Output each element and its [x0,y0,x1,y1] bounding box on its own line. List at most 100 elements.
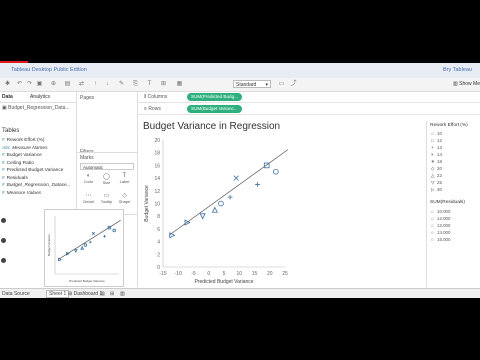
size-legend-item[interactable]: ○ 15.000 [431,237,450,242]
size-legend-item[interactable]: ○ 12.000 [431,216,450,221]
shape-mark-button[interactable]: ◇ Shape [116,192,133,209]
sort-asc-icon[interactable]: ↑ [92,81,99,88]
tab-dashboard-1[interactable]: ⊞ Dashboard 1 [68,291,102,297]
shape-legend-item[interactable]: ◇ 20 [431,166,442,172]
swap-icon[interactable]: ⇄ [78,81,85,88]
fit-select[interactable]: Standard ▾ [233,80,271,88]
tooltip-mark-button[interactable]: ▭ Tooltip [98,192,115,209]
save-icon[interactable]: ▣ [36,81,43,88]
field-type-icon: # [2,160,5,166]
label-mark-button[interactable]: T Label [116,173,133,190]
data-point [88,240,92,244]
field-label: Ceiling Ratio [6,160,34,166]
show-me-button[interactable]: ▥ Show Me [453,81,480,87]
new-sheet-tab-icon[interactable]: ▤ [100,291,105,297]
size-legend-label: 12.000 [437,223,451,228]
tab-sheet-1[interactable]: Sheet 1 [46,290,70,298]
share-icon[interactable]: ⤴ [290,81,297,88]
tableau-logo-icon[interactable]: ✱ [4,81,11,88]
new-datasource-icon[interactable]: ⊕ [50,81,57,88]
mark-button-label: Label [119,179,130,184]
field-list: # Rework Effort (%) Abc Measure Names # Budge… [2,137,74,197]
tab-data[interactable]: Data [2,94,13,100]
data-point [73,249,78,253]
data-point [112,228,116,233]
shape-legend-item[interactable]: × 14 [431,152,442,157]
chevron-down-icon: ▾ [265,82,268,88]
presentation-icon[interactable]: ▭ [278,81,285,88]
field-item[interactable]: # Rework Effort (%) [2,137,74,145]
labels-icon[interactable]: T [146,81,153,88]
size-mark-button[interactable]: ◯ Size [98,173,115,190]
field-item[interactable]: Abc Measure Names [2,145,74,153]
shape-legend-item[interactable]: ▷ 30 [431,187,442,193]
show-cards-icon[interactable]: ▦ [176,81,183,88]
size-legend-label: 15.000 [437,237,451,242]
tab-data-source[interactable]: Data Source [2,291,30,297]
field-item[interactable]: # Budget_Regression_Datase... [2,182,74,190]
field-item[interactable]: # Predicted Budget Variance [2,167,74,175]
trend-line [168,149,289,236]
group-icon[interactable]: ⎘ [132,81,139,88]
pages-card-title: Pages [80,95,95,101]
shape-legend-item[interactable]: □ 12 [431,138,442,143]
rows-shelf[interactable]: ≡ Rows SUM(Budget Varianc... [138,104,480,115]
user-name[interactable]: Bry Tableau [443,67,472,73]
size-legend-label: 12.000 [437,216,451,221]
trend-line [58,220,121,260]
shape-legend-item[interactable]: ✳ 18 [431,159,442,165]
field-label: Measure Values [6,190,42,196]
undo-icon[interactable]: ↶ [16,81,23,88]
rows-pill[interactable]: SUM(Budget Varianc... [187,105,242,113]
y-tick-label: 18 [154,151,160,157]
field-type-icon: # [2,183,5,188]
new-dashboard-tab-icon[interactable]: ⊞ [110,291,114,297]
tab-analytics[interactable]: Analytics [30,94,50,100]
redo-icon[interactable]: ↷ [26,81,33,88]
field-item[interactable]: # Budget Variance [2,152,74,160]
detail-icon: ⋯ [85,193,92,199]
shape-legend-label: 18 [437,159,442,164]
shape-icon: ◇ [122,193,127,199]
highlight-icon[interactable]: ✎ [118,81,125,88]
field-item[interactable]: # Residuals [2,175,74,183]
new-sheet-icon[interactable]: ▤ [64,81,71,88]
fix-axes-icon[interactable]: ⊞ [160,81,167,88]
field-item[interactable]: # Ceiling Ratio [2,160,74,168]
data-point [83,243,88,247]
new-story-tab-icon[interactable]: ▥ [120,291,125,297]
columns-pill[interactable]: SUM(Predicted Budg... [187,93,242,101]
data-point [255,182,260,187]
detail-mark-button[interactable]: ⋯ Detail [80,192,97,209]
y-tick-label: 16 [154,163,160,169]
shape-legend-item[interactable]: ▽ 25 [431,180,442,186]
color-mark-button[interactable]: ◐ Color [80,173,97,190]
datasource-item[interactable]: ▣ Budget_Regression_Data... [2,105,70,111]
x-tick-label: 15 [252,271,258,277]
scatter-chart[interactable]: -15 -10 -5 0 5 10 15 20 2520181614121086420Predi… [138,121,425,287]
sort-desc-icon[interactable]: ↓ [104,81,111,88]
columns-shelf[interactable]: ⦀ Columns SUM(Predicted Budg... [138,92,480,103]
shape-legend-item[interactable]: △ 22 [431,173,442,179]
shape-legend-item[interactable]: ○ 10 [431,131,442,136]
x-tick-label: -10 [175,271,182,277]
marks-card: Marks Automatic ◐ Color ◯ Size T Label ⋯ Detail… [77,152,137,215]
dot-icon [1,258,6,263]
size-legend-label: 10.000 [437,209,451,214]
data-pane-tabs: Data Analytics [0,92,76,103]
shape-legend-item[interactable]: +13 [431,145,442,150]
size-legend-item[interactable]: ○ 10.000 [431,209,450,214]
size-icon: ◯ [103,174,110,180]
mark-type-select[interactable]: Automatic [80,163,134,170]
y-tick-label: 14 [154,176,160,182]
fit-select-value: Standard [236,82,257,88]
inset-preview: Predicted Budget Variance Budget Variance [44,209,124,287]
data-point [218,200,224,207]
size-legend-item[interactable]: ○ 14.000 [431,230,450,235]
field-label: Residuals [6,175,28,181]
field-item[interactable]: # Measure Values [2,190,74,198]
size-legend-item[interactable]: ○ 12.000 [431,223,450,228]
field-type-icon: # [2,138,5,143]
shape-legend-label: 30 [437,187,442,192]
y-tick-label: 2 [157,252,160,258]
